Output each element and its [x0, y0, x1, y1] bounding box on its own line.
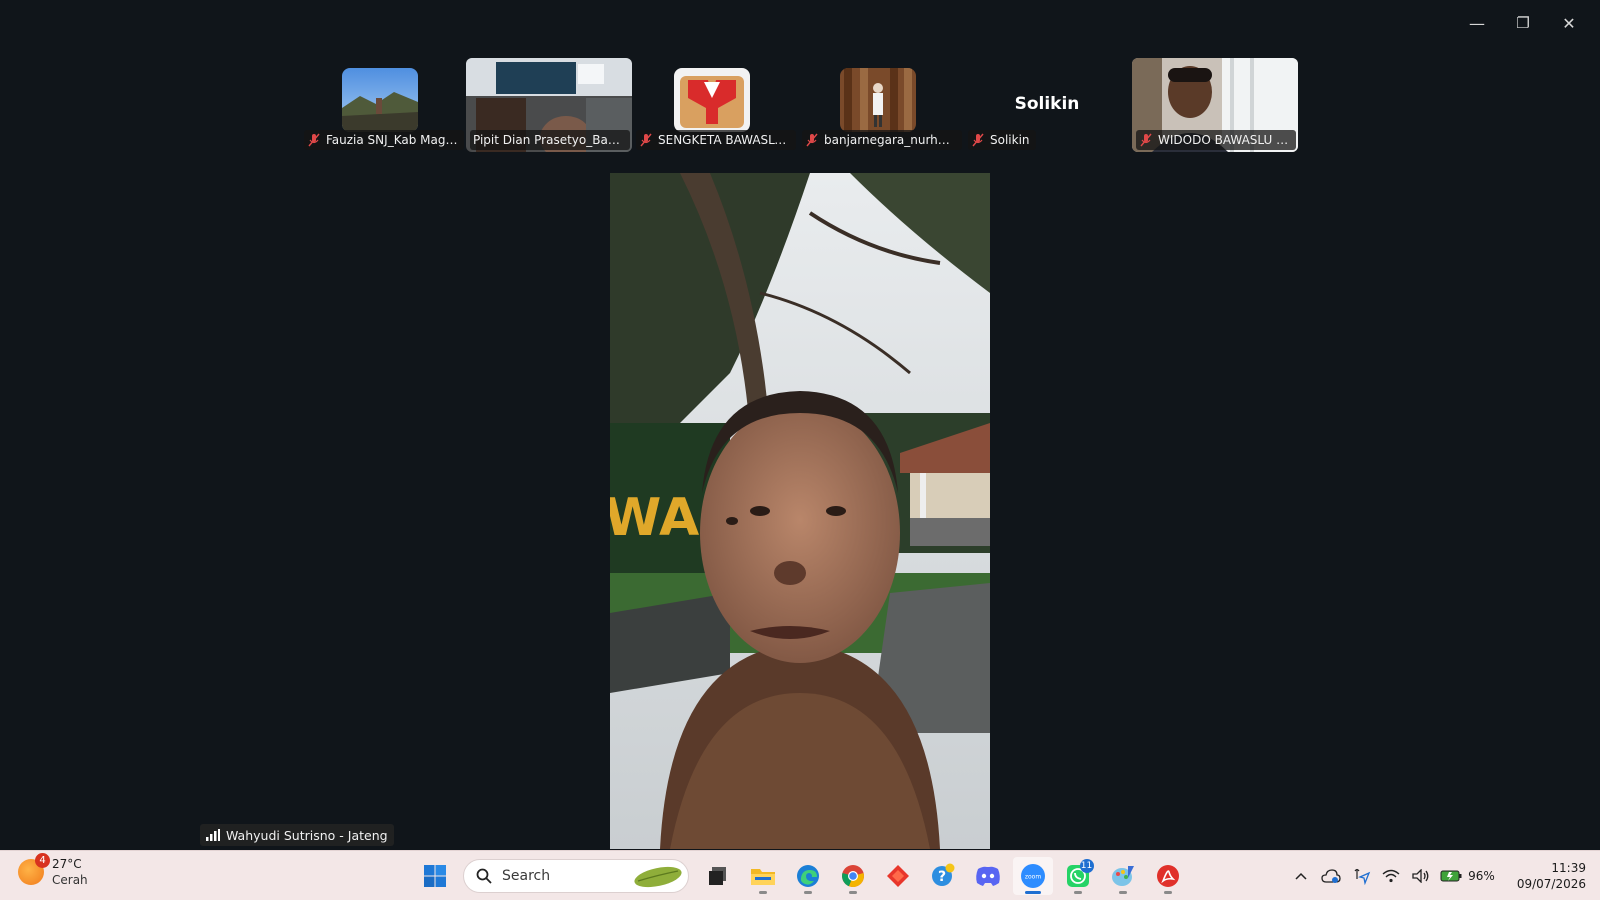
whatsapp-unread-badge: 11 — [1079, 859, 1094, 873]
participant-name: banjarnegara_nurhasa... — [824, 133, 956, 147]
participant-tile[interactable]: WIDODO BAWASLU JA... — [1132, 58, 1298, 152]
svg-text:zoom: zoom — [1024, 874, 1040, 881]
participant-label: SENGKETA BAWASLU ... — [636, 130, 796, 150]
clock-time: 11:39 — [1551, 861, 1586, 875]
signal-strength-icon — [206, 829, 220, 841]
volume-tray-button[interactable] — [1406, 861, 1436, 891]
location-arrow-icon — [1354, 868, 1371, 885]
chrome-button[interactable] — [833, 857, 873, 895]
cloud-icon — [1321, 869, 1341, 883]
clock-date: 09/07/2026 — [1516, 877, 1586, 891]
weather-condition: Cerah — [52, 873, 88, 887]
taskbar-clock[interactable]: 11:39 09/07/2026 — [1517, 860, 1586, 892]
svg-text:?: ? — [937, 869, 945, 885]
taskbar-search[interactable]: Search — [463, 859, 689, 893]
participant-name: Fauzia SNJ_Kab Magel... — [326, 133, 458, 147]
discord-icon — [975, 866, 1000, 886]
paint-icon — [1111, 866, 1134, 886]
diamond-icon — [886, 865, 909, 887]
wifi-icon — [1382, 869, 1400, 883]
weather-temperature: 27°C — [52, 857, 82, 871]
muted-mic-icon — [640, 133, 652, 147]
acrobat-button[interactable] — [1148, 857, 1188, 895]
show-hidden-icons-button[interactable] — [1286, 861, 1316, 891]
window-controls: — ❐ ✕ — [1454, 8, 1592, 38]
speaker-icon — [1412, 869, 1429, 883]
muted-mic-icon — [308, 133, 320, 147]
edge-icon — [796, 865, 819, 887]
edge-button[interactable] — [788, 857, 828, 895]
participant-name: WIDODO BAWASLU JA... — [1158, 133, 1290, 147]
zoom-meeting-window: — ❐ ✕ Fauzia SNJ_Kab Magel... Pipit Dian… — [0, 0, 1600, 850]
participant-avatar — [342, 68, 418, 132]
participant-tile[interactable]: Pipit Dian Prasetyo_Bawas... — [466, 58, 632, 152]
muted-mic-icon — [806, 133, 818, 147]
whatsapp-button[interactable]: 11 — [1058, 857, 1098, 895]
participant-name: Solikin — [990, 133, 1030, 147]
chrome-icon — [841, 865, 864, 888]
zoom-icon: zoom — [1020, 864, 1045, 888]
restore-button[interactable]: ❐ — [1500, 8, 1546, 38]
participant-tile[interactable]: banjarnegara_nurhasa... — [798, 58, 964, 152]
start-button[interactable] — [415, 857, 455, 895]
participant-avatar — [674, 68, 750, 132]
minimize-button[interactable]: — — [1454, 8, 1500, 38]
zoom-button[interactable]: zoom — [1012, 857, 1053, 895]
participant-tile[interactable]: Solikin Solikin — [964, 58, 1130, 152]
muted-mic-icon — [972, 133, 984, 147]
participant-label: Fauzia SNJ_Kab Magel... — [304, 130, 464, 150]
task-view-icon — [708, 867, 726, 885]
onedrive-tray-button[interactable] — [1316, 861, 1346, 891]
windows-taskbar: 4 27°C Cerah Search ? zoom 11 96% 11:39 … — [0, 850, 1600, 900]
location-tray-button[interactable] — [1346, 861, 1376, 891]
muted-mic-icon — [1140, 133, 1152, 147]
weather-widget[interactable]: 4 27°C Cerah — [18, 853, 88, 888]
windows-logo-icon — [423, 865, 446, 887]
discord-button[interactable] — [968, 857, 1008, 895]
active-speaker-video[interactable]: WAS — [610, 173, 990, 849]
search-icon — [476, 868, 492, 884]
paint-button[interactable] — [1103, 857, 1143, 895]
participant-name: Pipit Dian Prasetyo_Bawas... — [473, 133, 624, 147]
participant-label: Solikin — [968, 130, 1036, 150]
participant-avatar — [840, 68, 916, 132]
active-speaker-label: Wahyudi Sutrisno - Jateng — [200, 824, 394, 846]
anydesk-button[interactable] — [878, 857, 918, 895]
taskbar-apps: Search ? zoom 11 — [412, 857, 1190, 895]
task-view-button[interactable] — [698, 857, 738, 895]
search-placeholder: Search — [502, 868, 551, 884]
participant-label: WIDODO BAWASLU JA... — [1136, 130, 1296, 150]
file-explorer-button[interactable] — [743, 857, 783, 895]
participant-label: Pipit Dian Prasetyo_Bawas... — [470, 130, 630, 150]
weather-badge: 4 — [35, 853, 50, 868]
help-icon: ? — [931, 863, 954, 886]
participant-tile[interactable]: Fauzia SNJ_Kab Magel... — [300, 58, 466, 152]
system-tray: 96% 11:39 09/07/2026 — [1286, 857, 1586, 895]
acrobat-icon — [1156, 865, 1179, 887]
participant-tile[interactable]: SENGKETA BAWASLU ... — [632, 58, 798, 152]
help-button[interactable]: ? — [923, 857, 963, 895]
close-button[interactable]: ✕ — [1546, 8, 1592, 38]
participant-name: SENGKETA BAWASLU ... — [658, 133, 790, 147]
weather-sun-icon: 4 — [18, 853, 50, 885]
participant-name-placeholder: Solikin — [1014, 94, 1080, 114]
battery-tray-button[interactable] — [1436, 861, 1466, 891]
battery-charging-icon — [1440, 870, 1462, 882]
battery-percent: 96% — [1468, 869, 1495, 883]
wifi-tray-button[interactable] — [1376, 861, 1406, 891]
search-highlight-leaf-icon — [634, 866, 682, 888]
active-speaker-name: Wahyudi Sutrisno - Jateng — [226, 827, 388, 843]
chevron-up-icon — [1295, 872, 1307, 880]
folder-icon — [750, 869, 775, 885]
participant-label: banjarnegara_nurhasa... — [802, 130, 962, 150]
